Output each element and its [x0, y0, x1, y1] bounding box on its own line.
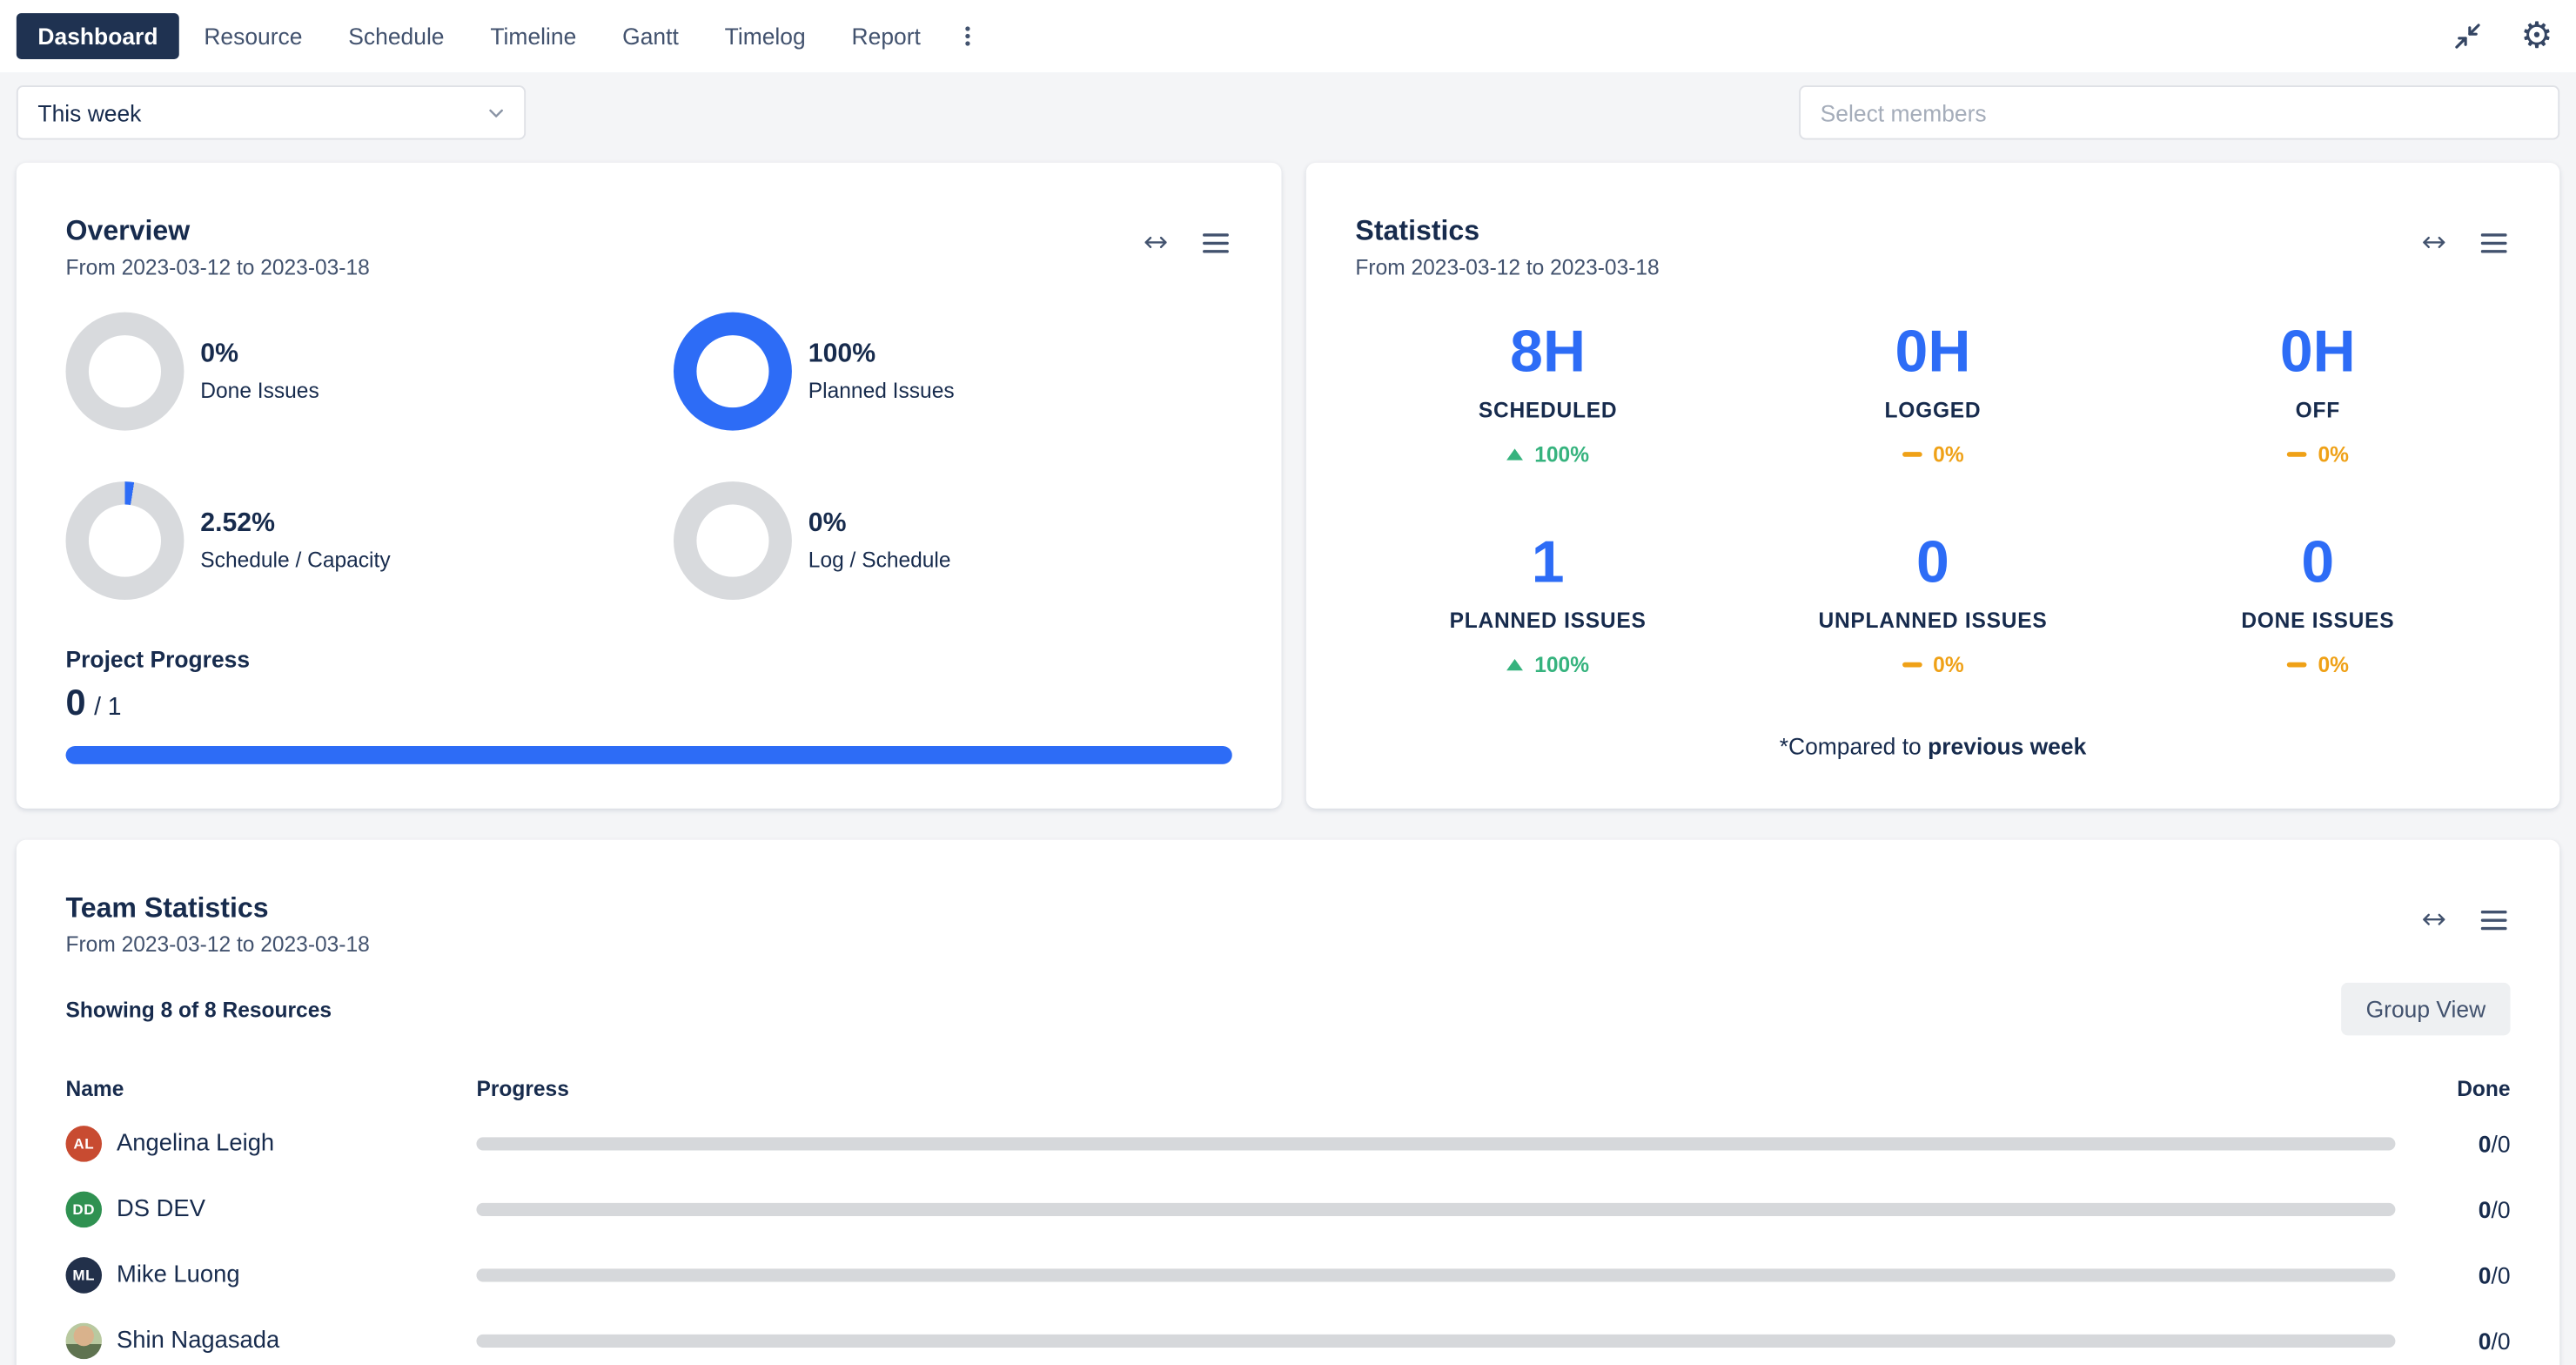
member-done-count: 0/0	[2418, 1196, 2511, 1222]
overview-title: Overview	[66, 215, 370, 248]
log-schedule-stat: 0% Log / Schedule	[649, 481, 1232, 600]
member-name: DS DEV	[117, 1196, 205, 1222]
expand-horizontal-icon	[2420, 228, 2448, 256]
log-schedule-donut	[674, 481, 792, 600]
avatar: AL	[66, 1126, 103, 1162]
done-issues-stat: 0% Done Issues	[66, 313, 649, 431]
member-name: Shin Nagasada	[117, 1328, 279, 1354]
stat-scheduled: 8H SCHEDULED 100%	[1355, 322, 1740, 467]
settings-button[interactable]: ⚙	[2518, 15, 2557, 57]
resources-count-label: Showing 8 of 8 Resources	[66, 997, 332, 1021]
filter-row: This week	[0, 72, 2576, 139]
trend-flat-icon	[2287, 662, 2307, 668]
stat-logged: 0H LOGGED 0%	[1741, 322, 2125, 467]
tab-schedule[interactable]: Schedule	[327, 13, 466, 59]
table-row[interactable]: Shin Nagasada 0/0	[66, 1308, 2511, 1365]
statistics-title: Statistics	[1355, 215, 1659, 248]
nav-tabs: Dashboard Resource Schedule Timeline Gan…	[17, 13, 991, 59]
table-row[interactable]: AL Angelina Leigh 0/0	[66, 1111, 2511, 1177]
statistics-menu-button[interactable]	[2478, 227, 2511, 257]
done-issues-donut	[66, 313, 184, 431]
dashboard-content: Overview From 2023-03-12 to 2023-03-18	[0, 139, 2576, 1365]
member-progress-bar	[476, 1335, 2395, 1348]
table-row[interactable]: DD DS DEV 0/0	[66, 1177, 2511, 1243]
project-progress-fill	[66, 746, 1232, 764]
stat-unplanned-issues: 0 UNPLANNED ISSUES 0%	[1741, 533, 2125, 677]
table-header-row: Name Progress Done	[66, 1065, 2511, 1111]
project-progress-done: 0	[66, 682, 86, 724]
collapse-view-button[interactable]	[2448, 17, 2487, 56]
statistics-expand-button[interactable]	[2417, 225, 2452, 260]
schedule-capacity-donut	[66, 481, 184, 600]
comparison-footnote: *Compared to previous week	[1355, 733, 2510, 759]
stat-planned-issues: 1 PLANNED ISSUES 100%	[1355, 533, 1740, 677]
trend-up-icon	[1506, 659, 1523, 670]
overview-card: Overview From 2023-03-12 to 2023-03-18	[17, 163, 1282, 809]
avatar: ML	[66, 1257, 103, 1294]
trend-flat-icon	[1902, 662, 1922, 668]
tab-dashboard[interactable]: Dashboard	[17, 13, 179, 59]
schedule-capacity-stat: 2.52% Schedule / Capacity	[66, 481, 649, 600]
chevron-down-icon	[485, 101, 507, 124]
planned-issues-stat: 100% Planned Issues	[649, 313, 1232, 431]
member-progress-bar	[476, 1268, 2395, 1281]
project-progress-label: Project Progress	[66, 646, 1232, 672]
period-select-value: This week	[37, 99, 141, 125]
tab-timeline[interactable]: Timeline	[469, 13, 598, 59]
trend-flat-icon	[2287, 452, 2307, 457]
trend-flat-icon	[1902, 452, 1922, 457]
member-done-count: 0/0	[2418, 1262, 2511, 1288]
member-name: Mike Luong	[117, 1262, 240, 1288]
overview-menu-button[interactable]	[1199, 227, 1232, 257]
overview-donuts: 0% Done Issues 100% Planned Issues 2.52%…	[66, 313, 1232, 600]
avatar	[66, 1323, 103, 1360]
column-header-done: Done	[2418, 1076, 2511, 1100]
kebab-menu-icon	[956, 23, 982, 49]
hamburger-menu-icon	[2481, 908, 2507, 931]
statistics-date-range: From 2023-03-12 to 2023-03-18	[1355, 255, 1659, 279]
group-view-button[interactable]: Group View	[2341, 983, 2510, 1035]
tab-report[interactable]: Report	[830, 13, 942, 59]
period-select[interactable]: This week	[17, 85, 526, 139]
team-date-range: From 2023-03-12 to 2023-03-18	[66, 931, 370, 956]
project-progress-total: / 1	[94, 694, 122, 722]
more-tabs-button[interactable]	[945, 17, 991, 56]
overview-expand-button[interactable]	[1138, 225, 1173, 260]
statistics-card: Statistics From 2023-03-12 to 2023-03-18	[1306, 163, 2559, 809]
hamburger-menu-icon	[2481, 231, 2507, 253]
member-progress-bar	[476, 1137, 2395, 1150]
topbar-actions: ⚙	[2448, 15, 2556, 57]
member-progress-bar	[476, 1203, 2395, 1216]
select-members-input[interactable]	[1799, 85, 2559, 139]
collapse-arrows-icon	[2452, 20, 2485, 53]
tab-gantt[interactable]: Gantt	[601, 13, 701, 59]
overview-date-range: From 2023-03-12 to 2023-03-18	[66, 255, 370, 279]
team-table: Name Progress Done AL Angelina Leigh 0/0…	[66, 1065, 2511, 1365]
table-row[interactable]: ML Mike Luong 0/0	[66, 1242, 2511, 1308]
gear-icon: ⚙	[2520, 18, 2553, 55]
statistics-grid: 8H SCHEDULED 100% 0H LOGGED	[1355, 322, 2510, 677]
member-done-count: 0/0	[2418, 1131, 2511, 1157]
hamburger-menu-icon	[1203, 231, 1229, 253]
column-header-progress: Progress	[476, 1076, 2418, 1100]
member-done-count: 0/0	[2418, 1328, 2511, 1354]
team-expand-button[interactable]	[2417, 902, 2452, 937]
team-menu-button[interactable]	[2478, 904, 2511, 934]
stat-done-issues: 0 DONE ISSUES 0%	[2125, 533, 2510, 677]
expand-horizontal-icon	[2420, 905, 2448, 933]
trend-up-icon	[1506, 448, 1523, 460]
team-statistics-card: Team Statistics From 2023-03-12 to 2023-…	[17, 840, 2559, 1365]
dashboard-page: Dashboard Resource Schedule Timeline Gan…	[0, 0, 2576, 1365]
project-progress-bar	[66, 746, 1232, 764]
top-navigation: Dashboard Resource Schedule Timeline Gan…	[0, 0, 2576, 72]
expand-horizontal-icon	[1142, 228, 1170, 256]
team-statistics-title: Team Statistics	[66, 892, 370, 925]
member-name: Angelina Leigh	[117, 1131, 274, 1157]
stat-off: 0H OFF 0%	[2125, 322, 2510, 467]
tab-timelog[interactable]: Timelog	[703, 13, 827, 59]
column-header-name: Name	[66, 1076, 477, 1100]
avatar: DD	[66, 1192, 103, 1228]
tab-resource[interactable]: Resource	[183, 13, 324, 59]
planned-issues-donut	[674, 313, 792, 431]
